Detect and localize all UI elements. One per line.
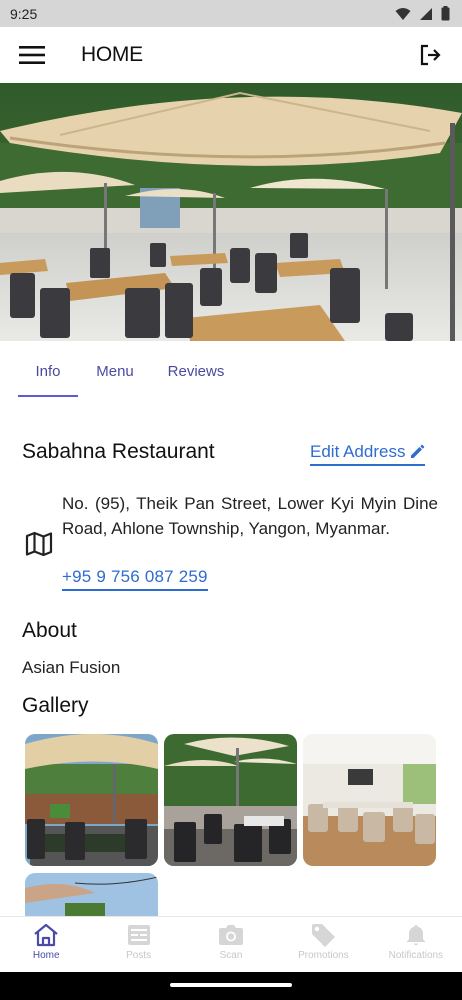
nav-promotions[interactable]: Promotions [277,917,369,972]
tab-reviews[interactable]: Reviews [152,355,240,397]
camera-icon [219,925,244,945]
phone-link[interactable]: +95 9 756 087 259 [62,567,208,591]
status-icons [395,6,450,21]
address-text: No. (95), Theik Pan Street, Lower Kyi My… [62,494,438,538]
nav-home[interactable]: Home [0,917,92,972]
home-gesture-handle[interactable] [170,983,292,987]
hamburger-icon [19,46,45,64]
home-icon [34,923,58,947]
tab-info[interactable]: Info [18,355,78,397]
gallery-image-dining-room[interactable] [303,734,436,866]
bottom-nav: Home Posts Scan Promotions Notifications [0,916,462,972]
menu-button[interactable] [18,41,46,69]
logout-button[interactable] [416,41,444,69]
tab-menu[interactable]: Menu [78,355,152,397]
signal-icon [420,7,432,20]
nav-scan[interactable]: Scan [185,917,277,972]
about-heading: About [22,619,77,642]
about-text: Asian Fusion [22,658,121,677]
nav-notifications[interactable]: Notifications [370,917,462,972]
nav-posts-label: Posts [126,950,152,961]
status-bar: 9:25 [0,0,462,27]
gallery-image-terrace[interactable] [164,734,297,866]
tab-bar: Info Menu Reviews [18,355,240,397]
hero-image [0,83,462,341]
nav-scan-label: Scan [219,950,243,961]
page-title: HOME [81,43,143,66]
tag-icon [312,924,336,947]
map-icon [25,531,53,557]
gallery-heading: Gallery [22,694,89,717]
nav-promotions-label: Promotions [298,950,349,961]
restaurant-name: Sabahna Restaurant [22,440,215,463]
edit-address-label: Edit Address [310,442,406,461]
wifi-icon [395,7,411,20]
battery-icon [441,6,450,21]
edit-address-link[interactable]: Edit Address [310,442,426,466]
nav-home-label: Home [32,950,60,961]
app-bar: HOME [0,27,462,83]
pencil-icon [411,444,425,458]
gallery-image-patio[interactable] [25,734,158,866]
posts-icon [127,925,150,945]
logout-icon [420,44,441,66]
nav-notifications-label: Notifications [388,950,444,961]
system-gesture-bar [0,972,462,1000]
status-time: 9:25 [10,5,38,22]
nav-posts[interactable]: Posts [92,917,184,972]
bell-icon [406,925,426,946]
